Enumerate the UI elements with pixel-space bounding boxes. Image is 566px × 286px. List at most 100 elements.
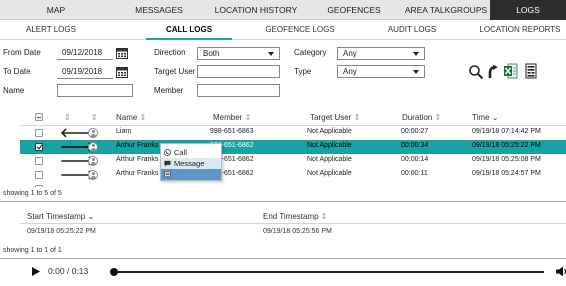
user-avatar-icon — [88, 142, 98, 152]
member-input[interactable] — [197, 84, 280, 97]
message-icon — [164, 160, 171, 167]
sort-icon: ⇕ — [320, 212, 328, 221]
column-header-end-timestamp[interactable]: End Timestamp ⇕ — [263, 212, 328, 221]
target-user-label: Target User — [154, 67, 196, 76]
document-icon — [164, 171, 171, 178]
print-report-icon[interactable] — [525, 63, 537, 79]
sort-icon: ⇕ — [434, 113, 442, 122]
sort-icon: ⇕ — [139, 113, 147, 122]
cell-duration: 00:00:27 — [401, 128, 429, 135]
tab-geofences[interactable]: GEOFENCES — [306, 0, 402, 20]
cell-duration: 00:00:11 — [401, 170, 428, 177]
chevron-down-icon — [268, 52, 274, 56]
grid-divider — [0, 201, 566, 202]
direction-value: Both — [203, 49, 220, 58]
grid-status-text: showing 1 to 5 of 5 — [3, 190, 62, 197]
sort-desc-icon: ⌄ — [491, 113, 499, 122]
user-avatar-icon — [88, 170, 98, 180]
detail-header-divider — [20, 223, 566, 224]
table-row[interactable]: 🡒 Arthur Franks 998-651-6862 Not Applica… — [20, 154, 566, 168]
cell-time: 09/19/18 05:24:57 PM — [472, 170, 541, 177]
call-log-grid-header: ⇕ ⇕ Name ⇕ Member ⇕ Target User ⇕ Durati… — [20, 111, 566, 125]
category-label: Category — [294, 48, 327, 57]
row-checkbox[interactable] — [35, 157, 43, 165]
row-checkbox[interactable] — [35, 185, 43, 187]
tab-map[interactable]: MAP — [0, 0, 112, 20]
main-nav: MAP MESSAGES LOCATION HISTORY GEOFENCES … — [0, 0, 566, 20]
tab-logs[interactable]: LOGS — [490, 0, 566, 20]
sort-icon[interactable]: ⇕ — [64, 113, 71, 122]
cell-time: 09/19/18 05:25:08 PM — [472, 156, 541, 163]
direction-label: Direction — [154, 48, 186, 57]
cell-member: 998-651-6863 — [210, 128, 254, 135]
undo-arrow-icon[interactable] — [487, 64, 499, 80]
row-context-menu: Call Message — [160, 143, 222, 181]
cell-duration: 00:00:14 — [401, 156, 429, 163]
type-value: Any — [343, 67, 357, 76]
cell-name: Arthur Franks — [116, 156, 159, 163]
column-header-time[interactable]: Time ⌄ — [472, 113, 498, 122]
row-checkbox[interactable] — [35, 129, 43, 137]
cell-time: 09/19/18 07:14:42 PM — [472, 128, 541, 135]
row-checkbox[interactable] — [35, 143, 43, 151]
table-row[interactable]: 🡐 Liam 998-651-6863 Not Applicable 00:00… — [20, 126, 566, 140]
cell-name: Liam — [116, 128, 132, 135]
tab-location-history[interactable]: LOCATION HISTORY — [206, 0, 306, 20]
tab-geofence-logs[interactable]: GEOFENCE LOGS — [250, 20, 350, 40]
audio-player: 0:00 / 0:13 — [20, 262, 566, 280]
select-all-checkbox[interactable] — [35, 113, 43, 121]
to-date-input[interactable]: 09/19/2018 — [57, 66, 113, 79]
column-header-duration[interactable]: Duration ⇕ — [402, 113, 441, 122]
type-select[interactable]: Any — [337, 65, 425, 78]
column-header-name[interactable]: Name ⇕ — [116, 113, 146, 122]
play-icon[interactable] — [32, 267, 40, 276]
from-date-input[interactable]: 09/12/2018 — [57, 47, 113, 60]
column-header-member[interactable]: Member ⇕ — [213, 113, 251, 122]
cell-target-user: Not Applicable — [307, 142, 352, 149]
user-avatar-icon — [88, 156, 98, 166]
calendar-icon[interactable] — [116, 47, 128, 59]
tab-audit-logs[interactable]: AUDIT LOGS — [372, 20, 452, 40]
tab-call-logs[interactable]: CALL LOGS — [146, 20, 232, 40]
user-avatar-icon — [88, 128, 98, 138]
cell-end-timestamp: 09/19/18 05:25:56 PM — [263, 228, 332, 235]
sort-icon: ⇕ — [353, 113, 361, 122]
phone-icon — [164, 149, 171, 156]
tab-messages[interactable]: MESSAGES — [112, 0, 206, 20]
table-row-selected[interactable]: 🡒 Arthur Franks 998-651-6862 Not Applica… — [20, 140, 566, 154]
cell-target-user: Not Applicable — [307, 128, 352, 135]
menu-item-message[interactable]: Message — [161, 158, 221, 169]
table-row[interactable]: 🡒 Arthur Franks 998-651-6862 Not Applica… — [20, 168, 566, 182]
menu-item-report[interactable] — [161, 169, 221, 180]
from-date-label: From Date — [3, 48, 41, 57]
member-label: Member — [154, 86, 184, 95]
tab-location-reports[interactable]: LOCATION REPORTS — [474, 20, 566, 40]
excel-export-icon[interactable] — [504, 63, 518, 79]
row-checkbox[interactable] — [35, 171, 43, 179]
category-select[interactable]: Any — [337, 47, 425, 60]
calendar-icon[interactable] — [116, 66, 128, 78]
chevron-down-icon — [413, 52, 419, 56]
cell-target-user: Not Applicable — [307, 170, 352, 177]
tab-area-talkgroups[interactable]: AREA TALKGROUPS — [402, 0, 490, 20]
progress-track[interactable] — [114, 271, 544, 273]
name-input[interactable] — [57, 84, 133, 97]
sort-desc-icon: ⌄ — [87, 212, 95, 221]
search-icon[interactable] — [468, 64, 484, 80]
cell-time: 09/19/18 05:25:22 PM — [472, 142, 541, 149]
cell-start-timestamp: 09/19/18 05:25:22 PM — [27, 228, 96, 235]
target-user-input[interactable] — [197, 65, 280, 78]
sort-icon[interactable]: ⇕ — [91, 113, 98, 122]
direction-select[interactable]: Both — [197, 47, 280, 60]
volume-icon[interactable] — [556, 266, 566, 277]
sort-icon: ⇕ — [244, 113, 252, 122]
column-header-target-user[interactable]: Target User ⇕ — [310, 113, 360, 122]
seek-handle[interactable] — [110, 268, 118, 276]
cell-duration: 00:00:34 — [401, 142, 429, 149]
menu-item-call[interactable]: Call — [161, 147, 221, 158]
tab-alert-logs[interactable]: ALERT LOGS — [0, 20, 102, 40]
detail-divider — [0, 258, 566, 259]
column-header-start-timestamp[interactable]: Start Timestamp ⌄ — [27, 212, 94, 221]
table-row-clipped[interactable] — [20, 182, 566, 187]
chevron-down-icon — [413, 70, 419, 74]
